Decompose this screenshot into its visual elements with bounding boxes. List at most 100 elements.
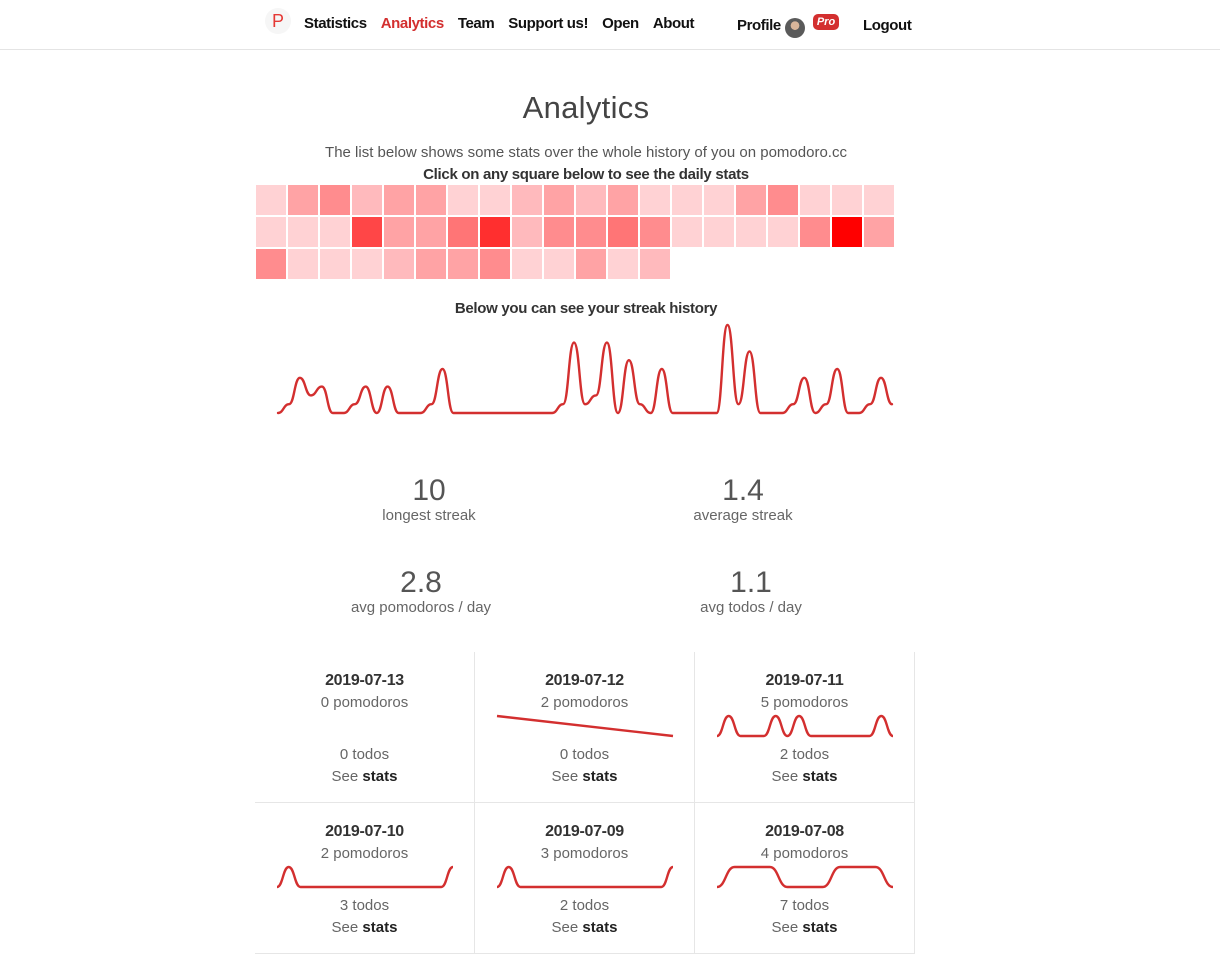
heatmap-cell[interactable]	[256, 249, 286, 279]
pro-badge: Pro	[813, 14, 839, 30]
nav-open[interactable]: Open	[602, 15, 639, 32]
heatmap-cell[interactable]	[320, 217, 350, 247]
heatmap-cell[interactable]	[576, 185, 606, 215]
heatmap-cell[interactable]	[768, 217, 798, 247]
heatmap-cell[interactable]	[288, 185, 318, 215]
heatmap-cell[interactable]	[352, 249, 382, 279]
heatmap-cell[interactable]	[416, 249, 446, 279]
day-pomodoros: 0 pomodoros	[320, 694, 409, 711]
stats-link[interactable]: stats	[362, 768, 397, 785]
heatmap-cell[interactable]	[416, 217, 446, 247]
logout-link[interactable]: Logout	[863, 17, 912, 34]
heatmap-cell[interactable]	[288, 217, 318, 247]
heatmap-cell[interactable]	[736, 217, 766, 247]
stats-link[interactable]: stats	[802, 768, 837, 785]
heatmap-cell[interactable]	[640, 217, 670, 247]
day-card: 2019-07-10 2 pomodoros 3 todos See stats	[255, 803, 475, 954]
stats-link[interactable]: stats	[362, 919, 397, 936]
heatmap-cell[interactable]	[352, 217, 382, 247]
heatmap-cell[interactable]	[384, 217, 414, 247]
longest-streak-label: longest streak	[382, 507, 476, 524]
stats-link[interactable]: stats	[582, 768, 617, 785]
heatmap-cell[interactable]	[800, 217, 830, 247]
day-date: 2019-07-12	[545, 672, 624, 689]
stats-link[interactable]: stats	[582, 919, 617, 936]
heatmap-cell[interactable]	[608, 249, 638, 279]
day-pomodoros: 4 pomodoros	[760, 845, 849, 862]
day-sparkline-line	[716, 714, 894, 738]
nav-links: Statistics Analytics Team Support us! Op…	[304, 15, 695, 32]
heatmap-cell[interactable]	[544, 185, 574, 215]
heatmap-cell[interactable]	[832, 185, 862, 215]
day-see-stats: See stats	[695, 768, 914, 785]
heatmap-cell[interactable]	[704, 217, 734, 247]
heatmap-cell[interactable]	[448, 217, 478, 247]
heatmap-cell[interactable]	[608, 185, 638, 215]
heatmap-cell[interactable]	[704, 185, 734, 215]
day-todos: 7 todos	[779, 897, 830, 914]
nav-team[interactable]: Team	[458, 15, 495, 32]
longest-streak-value: 10	[412, 474, 446, 507]
heatmap-cell[interactable]	[512, 217, 542, 247]
heatmap-cell[interactable]	[320, 249, 350, 279]
day-pomodoros: 3 pomodoros	[540, 845, 629, 862]
heatmap-cell[interactable]	[384, 185, 414, 215]
heatmap-cell[interactable]	[864, 185, 894, 215]
heatmap-cell[interactable]	[288, 249, 318, 279]
day-sparkline-line	[276, 865, 454, 889]
stats-link[interactable]: stats	[802, 919, 837, 936]
heatmap-cell[interactable]	[512, 249, 542, 279]
heatmap-cell[interactable]	[320, 185, 350, 215]
day-card: 2019-07-12 2 pomodoros 0 todos See stats	[475, 652, 695, 803]
heatmap-cell[interactable]	[608, 217, 638, 247]
heatmap-cell[interactable]	[512, 185, 542, 215]
heatmap-cell[interactable]	[672, 185, 702, 215]
day-date: 2019-07-09	[545, 823, 624, 840]
streak-line	[276, 323, 894, 415]
nav-about[interactable]: About	[653, 15, 695, 32]
heatmap-cell[interactable]	[736, 185, 766, 215]
nav-statistics[interactable]: Statistics	[304, 15, 367, 32]
day-todos: 2 todos	[779, 746, 830, 763]
heatmap-cell[interactable]	[448, 249, 478, 279]
heatmap-cell[interactable]	[480, 217, 510, 247]
heatmap-cell[interactable]	[800, 185, 830, 215]
streak-history-chart	[276, 323, 894, 415]
avg-pomodoros-value: 2.8	[400, 566, 442, 599]
heatmap-cell[interactable]	[832, 217, 862, 247]
heatmap-cell[interactable]	[384, 249, 414, 279]
heatmap-cell[interactable]	[448, 185, 478, 215]
heatmap-cell[interactable]	[544, 217, 574, 247]
see-label: See	[771, 919, 799, 936]
stat-average-streak: 1.4 average streak	[633, 475, 853, 525]
day-todos: 0 todos	[559, 746, 610, 763]
heatmap-cell[interactable]	[768, 185, 798, 215]
day-sparkline-line	[716, 865, 894, 889]
average-streak-value: 1.4	[722, 474, 764, 507]
heatmap-cell[interactable]	[864, 217, 894, 247]
heatmap-cell[interactable]	[480, 249, 510, 279]
nav-analytics[interactable]: Analytics	[381, 15, 445, 32]
activity-heatmap	[256, 185, 906, 281]
heatmap-cell[interactable]	[480, 185, 510, 215]
avatar[interactable]	[785, 18, 805, 38]
heatmap-cell[interactable]	[256, 217, 286, 247]
heatmap-cell[interactable]	[416, 185, 446, 215]
day-see-stats: See stats	[695, 919, 914, 936]
heatmap-cell[interactable]	[672, 217, 702, 247]
see-label: See	[771, 768, 799, 785]
heatmap-cell[interactable]	[576, 249, 606, 279]
heatmap-cell[interactable]	[576, 217, 606, 247]
heatmap-cell[interactable]	[352, 185, 382, 215]
day-sparkline	[275, 710, 455, 740]
day-sparkline	[716, 865, 894, 889]
heatmap-cell[interactable]	[544, 249, 574, 279]
profile-link[interactable]: Profile	[737, 17, 781, 34]
day-card: 2019-07-08 4 pomodoros 7 todos See stats	[695, 803, 915, 954]
heatmap-cell[interactable]	[640, 185, 670, 215]
nav-support-us[interactable]: Support us!	[508, 15, 588, 32]
heatmap-cell[interactable]	[256, 185, 286, 215]
day-see-stats: See stats	[255, 768, 474, 785]
logo[interactable]: P	[265, 8, 291, 34]
heatmap-cell[interactable]	[640, 249, 670, 279]
